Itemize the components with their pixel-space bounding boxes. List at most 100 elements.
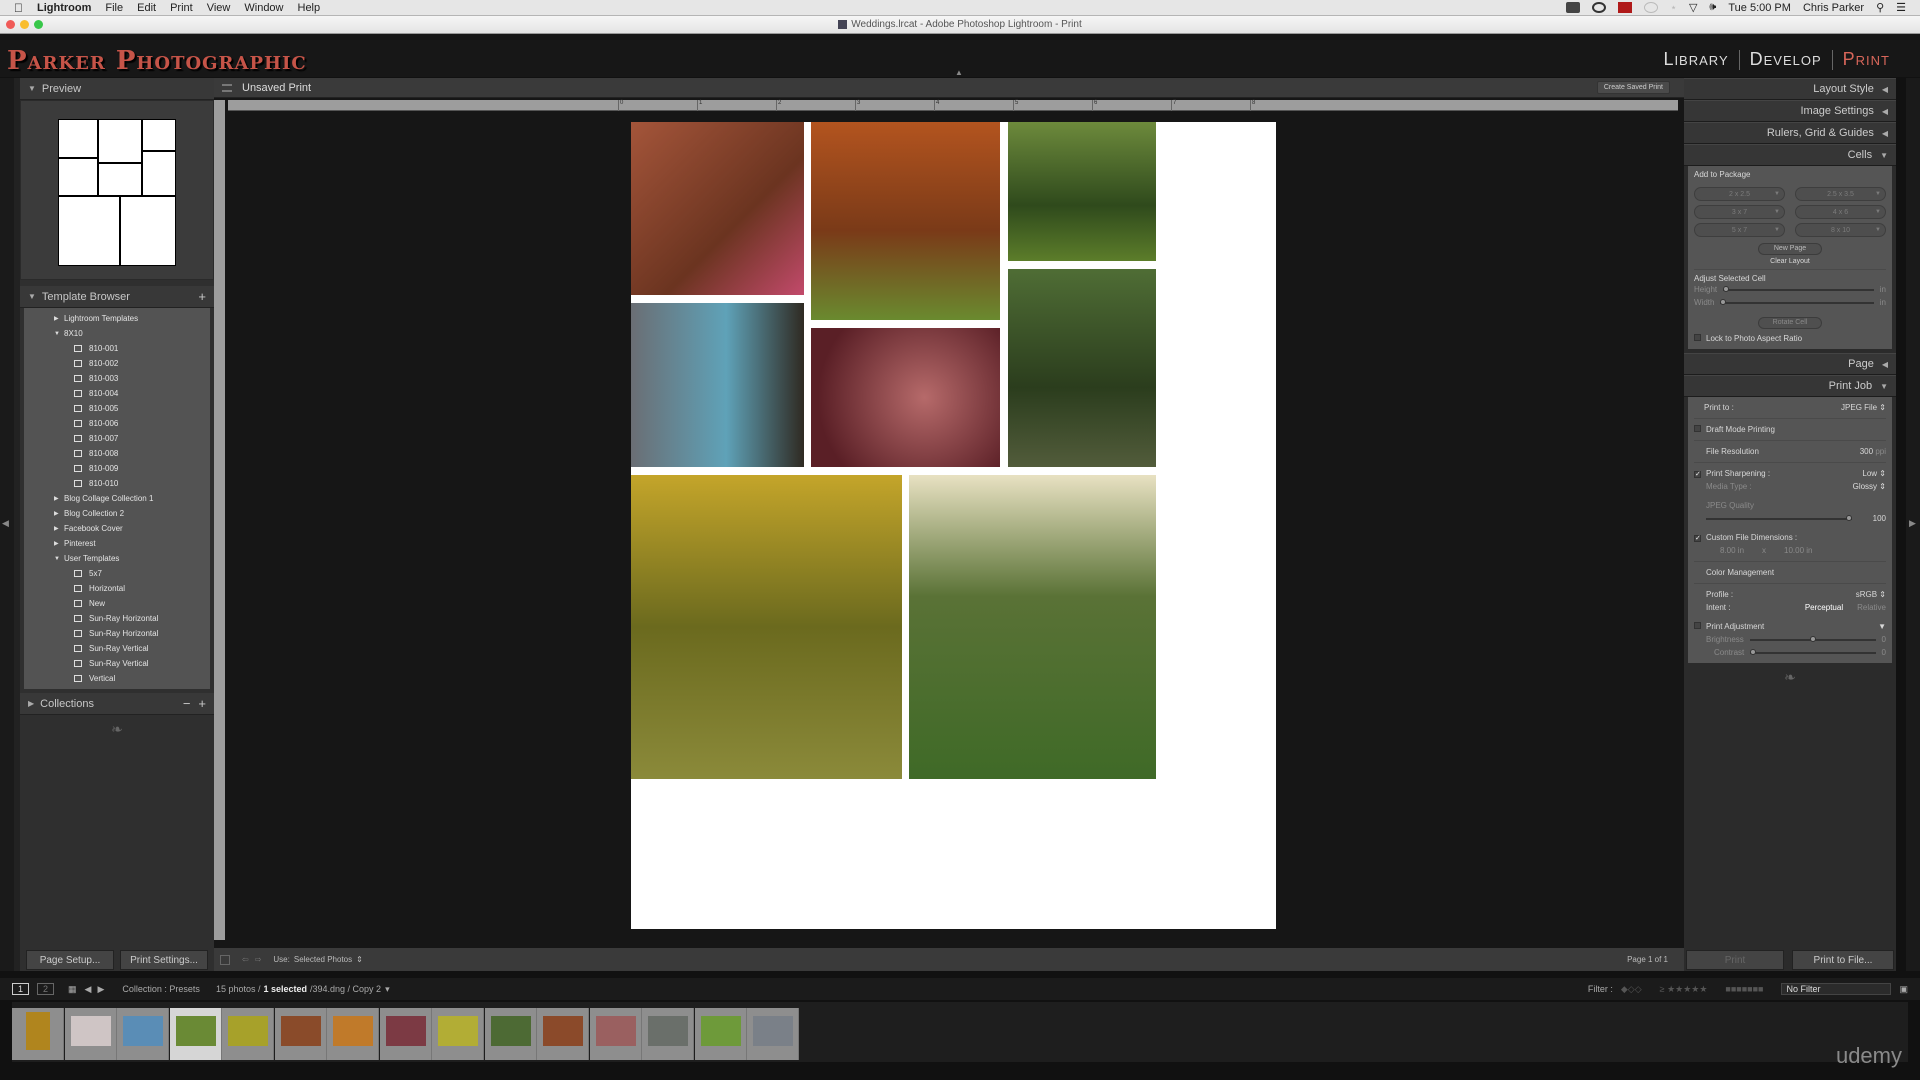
volume-icon[interactable]: 🕪 [1709,1,1716,14]
collapsed-triangle-icon[interactable]: ▶ [54,495,64,502]
next-page-icon[interactable]: ⇨ [255,955,262,964]
photo-cell-tree-kiss[interactable] [1008,269,1156,467]
color-label-filter-icon[interactable]: ■■■■■■■ [1725,984,1763,994]
template-folder[interactable]: ▶ Facebook Cover [24,521,210,536]
previous-page-icon[interactable]: ⇦ [242,955,249,964]
photo-cell-garden[interactable] [1008,122,1156,261]
template-item[interactable]: Vertical [24,671,210,686]
file-resolution-value[interactable]: 300 [1860,447,1873,456]
print-to-file-button[interactable]: Print to File... [1792,950,1894,970]
print-page[interactable] [631,122,1276,929]
template-item[interactable]: 810-006 [24,416,210,431]
template-browser-header[interactable]: ▼ Template Browser + [20,286,214,308]
dropbox-icon[interactable] [1566,2,1581,13]
clock[interactable]: Tue 5:00 PM [1728,2,1791,14]
source-label[interactable]: Collection : Presets [122,984,200,994]
current-file[interactable]: /394.dng / Copy 2 [310,984,381,994]
print-sharpening-select[interactable]: Low ⇕ [1862,469,1886,478]
print-job-header[interactable]: Print Job ▼ [1684,375,1896,397]
width-slider[interactable] [1720,298,1874,305]
photo-cell-red-wall[interactable] [811,328,1000,467]
file-menu-arrow-icon[interactable]: ▾ [385,984,390,995]
print-adjustment-disclosure-icon[interactable]: ▼ [1878,622,1886,631]
module-library[interactable]: Library [1653,49,1738,70]
brightness-slider[interactable] [1749,635,1876,642]
expand-left-triangle-icon[interactable]: ◀ [1882,129,1888,138]
template-folder[interactable]: ▶ Blog Collection 2 [24,506,210,521]
intent-perceptual[interactable]: Perceptual [1805,603,1843,612]
preview-panel-header[interactable]: ▼ Preview [20,78,214,100]
slider-knob[interactable] [1810,635,1817,642]
collapse-left-icon[interactable]: ◀ [2,518,9,529]
notification-center-icon[interactable]: ☰ [1896,1,1906,14]
filmstrip-thumbnail[interactable] [222,1008,274,1060]
add-cell-4x6-button[interactable]: 4 x 6 ▼ [1795,205,1886,219]
template-item[interactable]: Sun-Ray Horizontal [24,611,210,626]
print-settings-button[interactable]: Print Settings... [120,950,208,970]
forward-arrow-icon[interactable]: ▶ [97,984,104,995]
template-item[interactable]: Sun-Ray Vertical [24,641,210,656]
expand-left-triangle-icon[interactable]: ◀ [1882,107,1888,116]
bluetooth-icon[interactable]: ⋆ [1670,1,1677,14]
filmstrip-thumbnail[interactable] [379,1008,432,1060]
remove-collection-icon[interactable]: − [183,696,191,711]
filmstrip-thumbnail[interactable] [747,1008,799,1060]
template-item[interactable]: Horizontal [24,581,210,596]
menu-lightroom[interactable]: Lightroom [37,2,91,14]
filmstrip-thumbnail[interactable] [642,1008,694,1060]
template-item[interactable]: New [24,596,210,611]
close-window-button[interactable] [6,20,15,29]
use-select-arrows-icon[interactable]: ⇕ [356,955,363,964]
expanded-triangle-icon[interactable]: ▼ [54,331,64,337]
collapse-triangle-icon[interactable]: ▼ [1880,382,1888,391]
slider-knob[interactable] [1723,285,1730,292]
main-window-button[interactable]: 1 [12,983,30,995]
filmstrip-thumbnail[interactable] [117,1008,169,1060]
filmstrip[interactable] [12,1002,1908,1062]
template-item[interactable]: Sun-Ray Vertical [24,656,210,671]
filmstrip-thumbnail[interactable] [274,1008,327,1060]
menu-print[interactable]: Print [170,2,193,14]
collapse-right-icon[interactable]: ▶ [1909,518,1916,529]
template-item[interactable]: 810-010 [24,476,210,491]
template-item[interactable]: 810-005 [24,401,210,416]
page-setup-button[interactable]: Page Setup... [26,950,114,970]
add-cell-2.5x3.5-button[interactable]: 2.5 x 3.5 ▼ [1795,187,1886,201]
contrast-slider[interactable] [1750,648,1876,655]
expand-left-triangle-icon[interactable]: ◀ [1882,85,1888,94]
flag-filter-icon[interactable]: ◆◇◇ [1621,984,1642,995]
clear-layout-button[interactable]: Clear Layout [1694,258,1886,265]
template-item[interactable]: 5x7 [24,566,210,581]
rulers-grid-guides-header[interactable]: Rulers, Grid & Guides ◀ [1684,122,1896,144]
time-machine-icon[interactable] [1644,2,1659,13]
print-to-select[interactable]: JPEG File ⇕ [1841,403,1886,412]
template-item[interactable]: 810-007 [24,431,210,446]
filmstrip-thumbnail[interactable] [12,1008,64,1060]
create-saved-print-button[interactable]: Create Saved Print [1596,81,1670,94]
template-item[interactable]: 810-001 [24,341,210,356]
add-cell-2x2.5-button[interactable]: 2 x 2.5 ▼ [1694,187,1785,201]
menu-view[interactable]: View [207,2,231,14]
expand-left-triangle-icon[interactable]: ◀ [1882,360,1888,369]
filmstrip-thumbnail[interactable] [169,1008,222,1060]
second-window-button[interactable]: 2 [37,983,55,995]
expand-triangle-icon[interactable]: ▶ [28,699,34,708]
add-cell-3x7-button[interactable]: 3 x 7 ▼ [1694,205,1785,219]
media-type-select[interactable]: Glossy ⇕ [1853,482,1886,491]
print-button[interactable]: Print [1686,950,1784,970]
collapsed-triangle-icon[interactable]: ▶ [54,540,64,547]
template-item[interactable]: 810-004 [24,386,210,401]
print-sharpening-checkbox[interactable]: ✓ [1694,471,1701,478]
slider-knob[interactable] [1720,298,1727,305]
template-folder[interactable]: ▶ Blog Collage Collection 1 [24,491,210,506]
collapse-top-panel-icon[interactable]: ▲ [955,68,963,77]
photo-cell-couple-brick-wall[interactable] [631,122,804,295]
layout-style-header[interactable]: Layout Style ◀ [1684,78,1896,100]
filmstrip-thumbnail[interactable] [589,1008,642,1060]
add-template-icon[interactable]: + [198,289,206,304]
photo-cell-sunset-lawn[interactable] [909,475,1156,779]
back-arrow-icon[interactable]: ◀ [85,984,92,995]
profile-select[interactable]: sRGB ⇕ [1856,590,1886,599]
add-cell-8x10-button[interactable]: 8 x 10 ▼ [1795,223,1886,237]
height-slider[interactable] [1723,285,1874,292]
